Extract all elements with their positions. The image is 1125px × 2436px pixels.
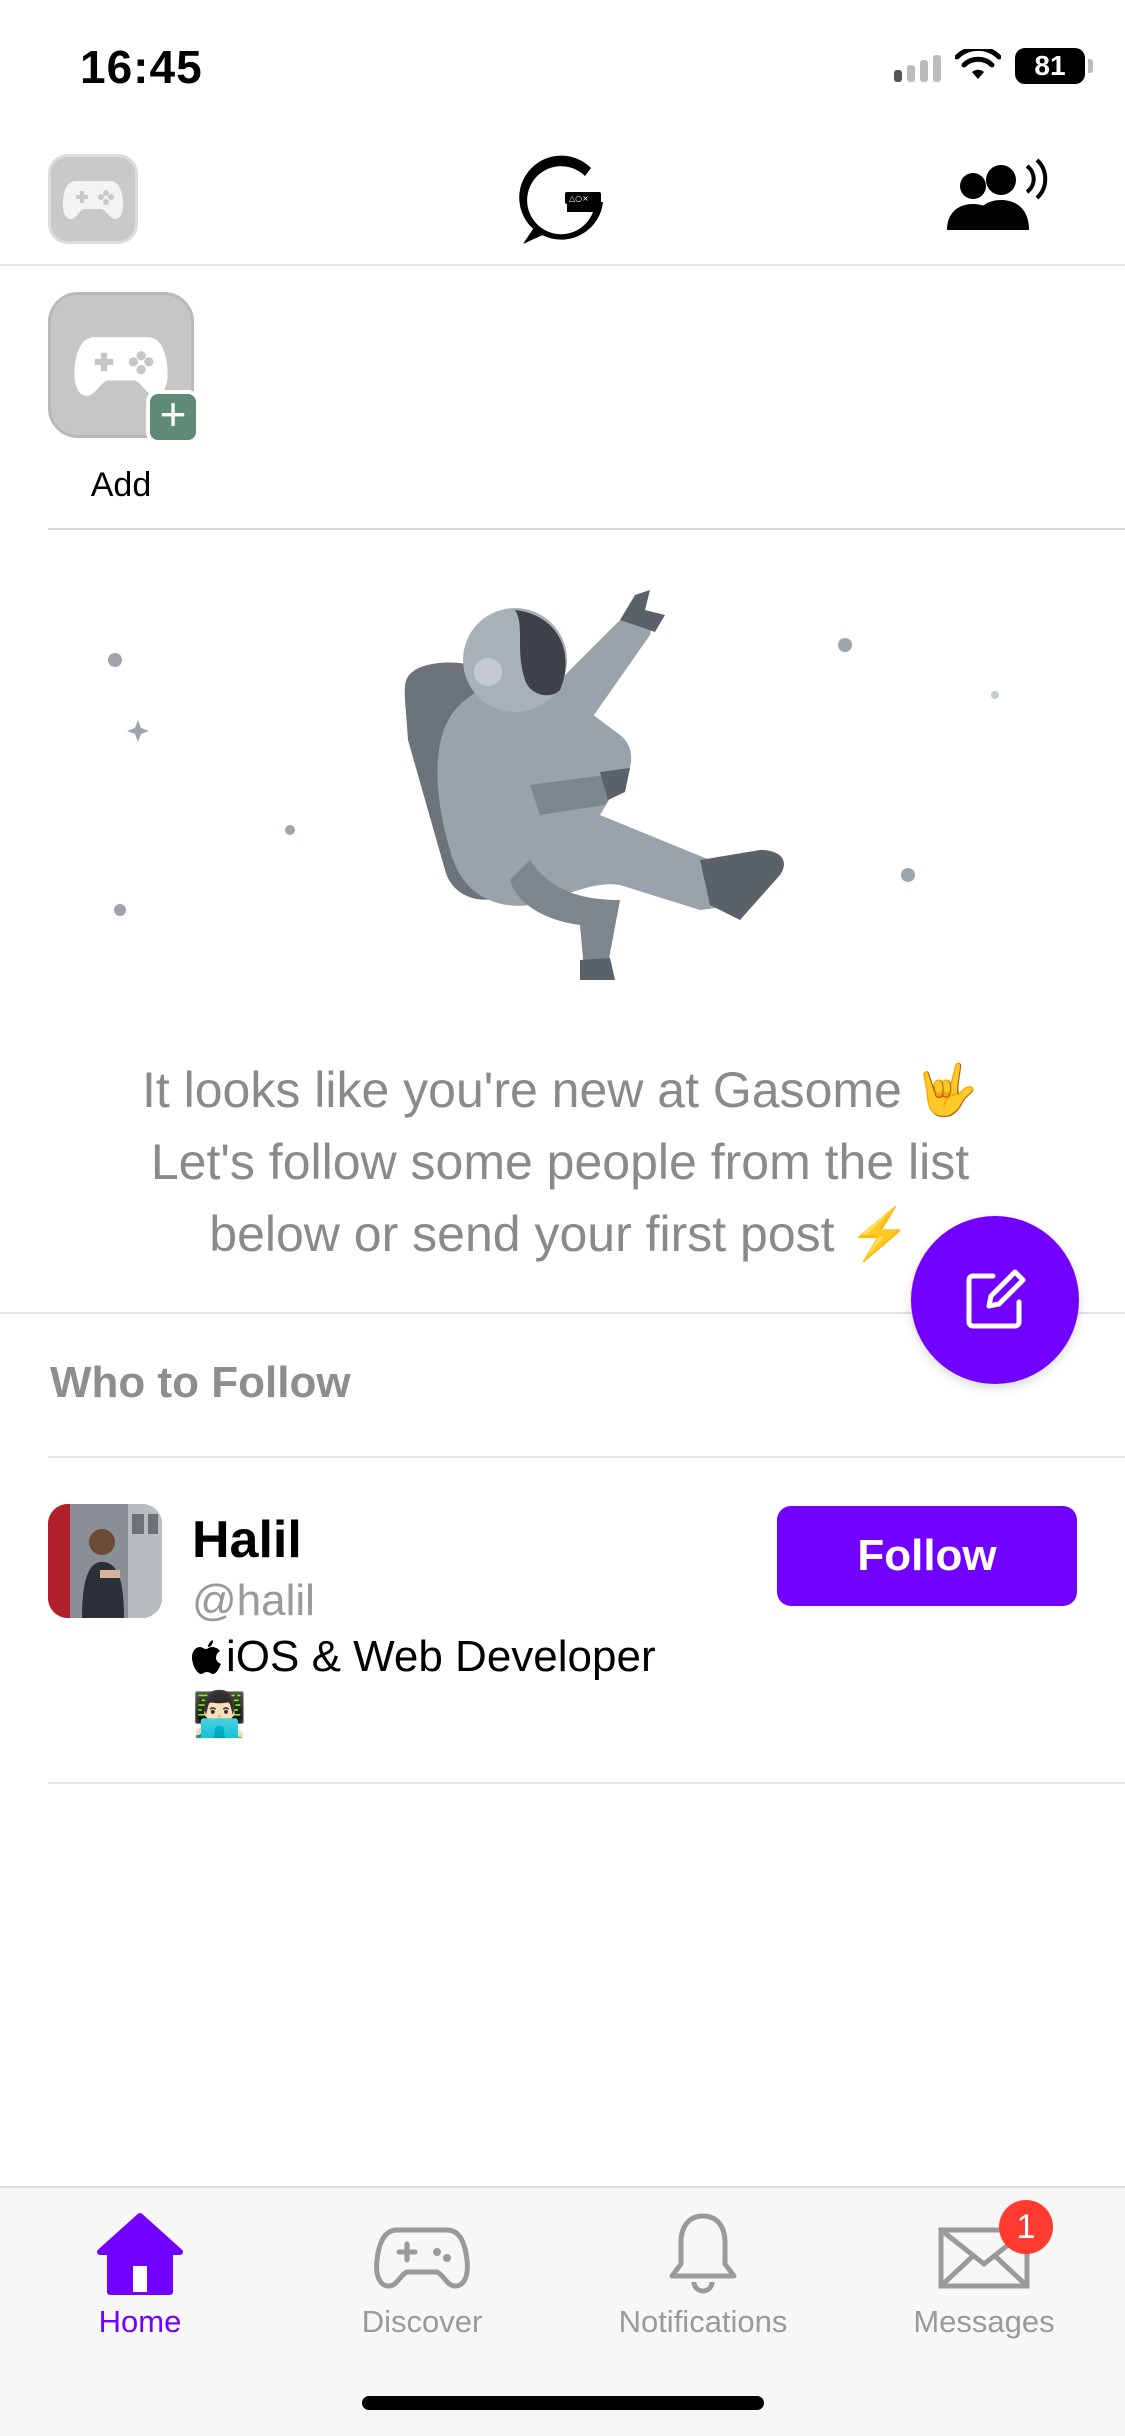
follow-button[interactable]: Follow — [777, 1506, 1077, 1606]
tab-notifications[interactable]: Notifications — [583, 2208, 823, 2358]
user-bio: iOS & Web Developer 👨🏻‍💻 — [192, 1628, 752, 1744]
user-bio-line: iOS & Web Developer — [226, 1632, 656, 1681]
unread-badge: 1 — [999, 2200, 1053, 2254]
envelope-icon: 1 — [929, 2200, 1053, 2298]
cellular-signal-icon — [894, 50, 941, 82]
svg-text:△○×: △○× — [569, 194, 589, 203]
tab-label: Notifications — [618, 2304, 788, 2339]
apple-icon — [192, 1640, 221, 1674]
empty-state-line: It looks like you're new at Gasome 🤟 — [141, 1062, 979, 1118]
tab-label: Home — [98, 2304, 182, 2339]
games-row: + Add — [48, 266, 1125, 530]
compose-post-button[interactable] — [911, 1216, 1079, 1384]
top-header: △○× — [0, 140, 1125, 266]
empty-state-line: Let's follow some people from the list — [150, 1134, 970, 1190]
home-icon — [85, 2208, 195, 2298]
user-bio-emoji: 👨🏻‍💻 — [192, 1690, 247, 1739]
status-time: 16:45 — [80, 41, 203, 93]
empty-state-line: below or send your first post ⚡️ — [209, 1206, 911, 1262]
tab-messages[interactable]: 1 Messages — [864, 2200, 1104, 2358]
tab-discover[interactable]: Discover — [302, 2208, 542, 2358]
home-indicator[interactable] — [362, 2396, 764, 2410]
gamepad-icon — [62, 181, 124, 219]
empty-state-message: It looks like you're new at Gasome 🤟 Let… — [60, 1054, 1060, 1270]
tab-home[interactable]: Home — [20, 2208, 260, 2358]
user-name[interactable]: Halil — [192, 1510, 302, 1570]
avatar-photo — [48, 1504, 162, 1618]
wifi-icon — [955, 49, 1001, 79]
plus-icon[interactable]: + — [146, 390, 200, 444]
games-button[interactable] — [48, 154, 138, 244]
status-indicators: 81 — [894, 48, 1093, 84]
avatar[interactable] — [48, 1504, 162, 1618]
gamepad-icon — [74, 337, 168, 396]
gamepad-icon — [367, 2208, 477, 2298]
add-game-label: Add — [90, 466, 152, 504]
compose-icon — [966, 1269, 1026, 1329]
battery-icon: 81 — [1015, 48, 1093, 84]
who-to-follow-title: Who to Follow — [50, 1358, 351, 1407]
tab-label: Discover — [361, 2304, 483, 2339]
status-bar: 16:45 81 — [0, 0, 1125, 140]
tab-label: Messages — [913, 2304, 1055, 2339]
people-broadcast-icon[interactable] — [945, 158, 1055, 242]
user-handle: @halil — [192, 1576, 315, 1625]
suggested-user-row[interactable]: Halil @halil iOS & Web Developer 👨🏻‍💻 Fo… — [48, 1458, 1125, 1784]
gasome-logo-icon: △○× — [519, 155, 603, 244]
astronaut-illustration — [108, 590, 999, 980]
bell-icon — [648, 2208, 758, 2298]
